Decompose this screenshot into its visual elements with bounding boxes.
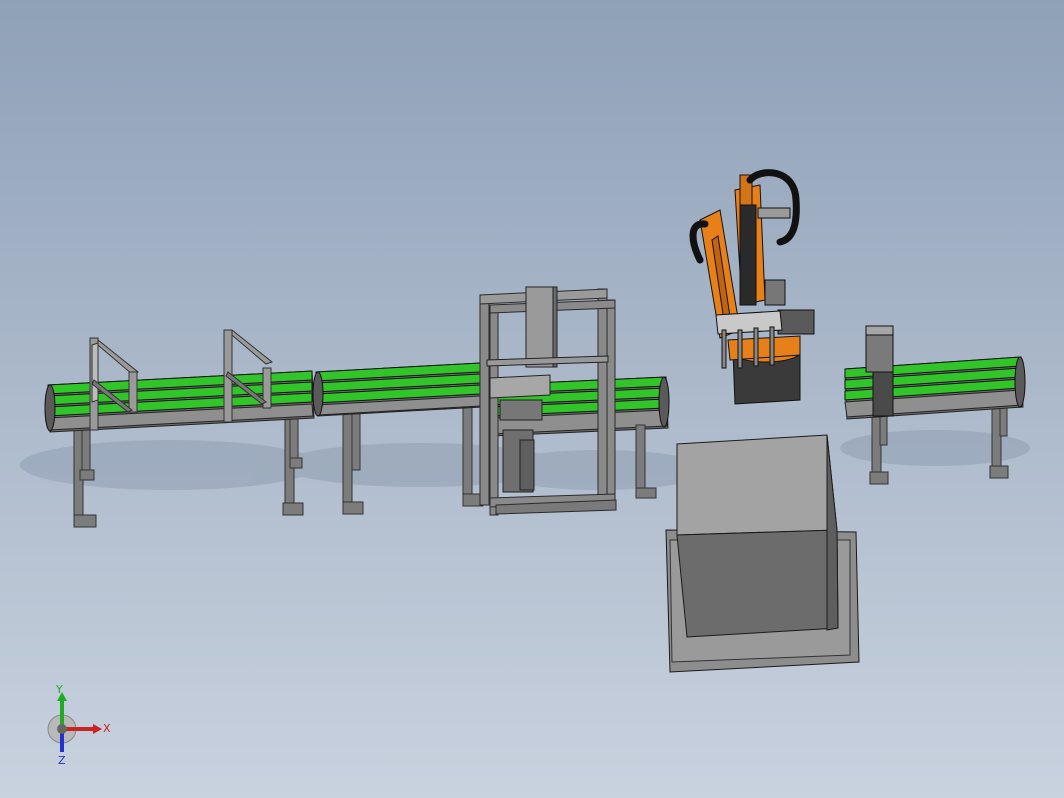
assembly-scene[interactable] (0, 0, 1064, 798)
cad-viewport[interactable] (0, 0, 1064, 798)
conveyor-middle[interactable] (312, 362, 484, 515)
x-axis-head (93, 724, 102, 734)
robot-arm[interactable] (689, 169, 815, 405)
conveyor-left[interactable] (44, 329, 315, 528)
conveyor-middle-belt (312, 362, 483, 417)
triad-graphic: Y X Z (47, 683, 111, 767)
coordinate-triad[interactable]: Y X Z (38, 683, 128, 774)
x-axis-label: X (103, 722, 111, 735)
z-axis-label: Z (58, 754, 66, 767)
y-axis-label: Y (55, 684, 63, 696)
triad-origin (57, 724, 67, 734)
pallet-station[interactable] (665, 434, 860, 673)
conveyor-left-belt (44, 370, 315, 433)
